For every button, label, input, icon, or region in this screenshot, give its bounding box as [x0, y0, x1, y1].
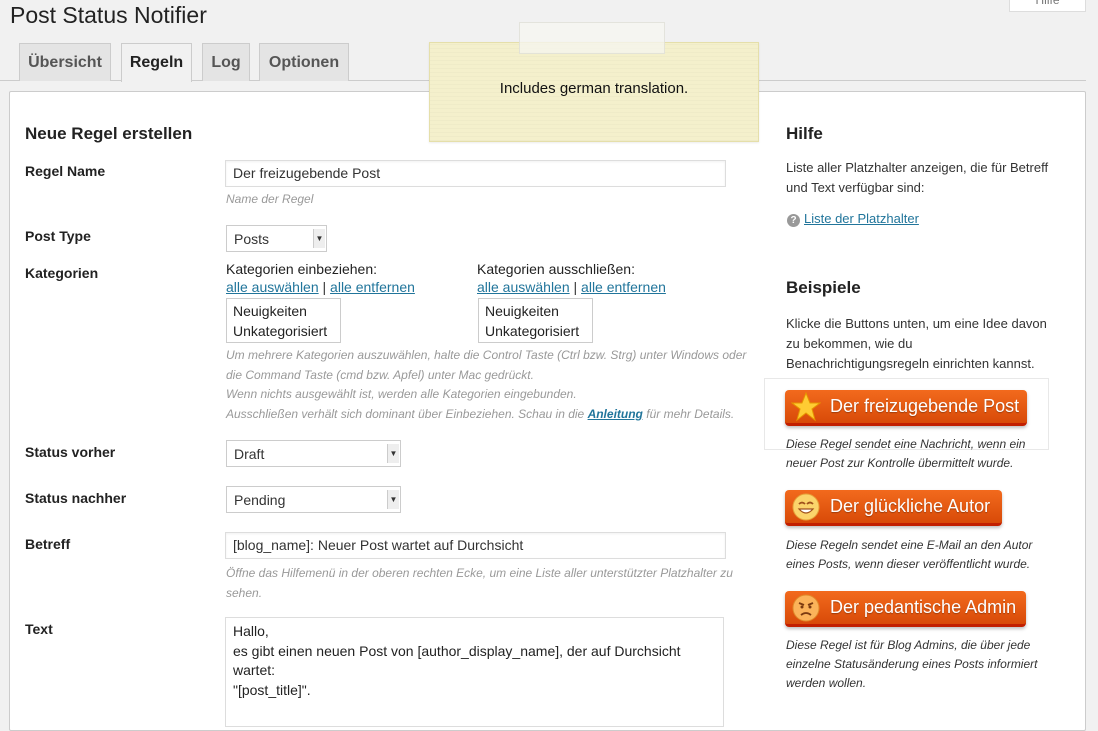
- text-line: es gibt einen neuen Post von [author_dis…: [233, 642, 681, 659]
- link-separator: |: [573, 279, 578, 295]
- status-after-label: Status nachher: [25, 490, 127, 506]
- star-icon: [791, 392, 821, 422]
- include-categories-listbox[interactable]: Neuigkeiten Unkategorisiert: [226, 298, 341, 343]
- examples-desc-line: Benachrichtigungsregeln einrichten kanns…: [786, 356, 1035, 371]
- examples-heading: Beispiele: [786, 278, 861, 297]
- example-button-pedantic-admin[interactable]: Der pedantische Admin: [785, 591, 1026, 627]
- subject-input[interactable]: [blog_name]: Neuer Post wartet auf Durch…: [225, 532, 726, 559]
- question-mark-icon: ?: [787, 214, 800, 227]
- example-button-pending-post[interactable]: Der freizugebende Post: [785, 390, 1027, 426]
- text-textarea[interactable]: Hallo, es gibt einen neuen Post von [aut…: [225, 617, 724, 727]
- post-type-label: Post Type: [25, 228, 91, 244]
- link-separator: |: [322, 279, 327, 295]
- status-before-value: Draft: [234, 446, 265, 462]
- examples-desc-line: Klicke die Buttons unten, um eine Idee d…: [786, 316, 1047, 331]
- subject-desc-line: Öffne das Hilfemenü in der oberen rechte…: [226, 566, 733, 580]
- list-item[interactable]: Neuigkeiten: [233, 301, 334, 321]
- example-description: Diese Regeln sendet eine E-Mail an den A…: [786, 536, 1032, 574]
- page-title: Post Status Notifier: [10, 2, 207, 28]
- categories-desc-line: Um mehrere Kategorien auszuwählen, halte…: [226, 348, 747, 362]
- list-item[interactable]: Unkategorisiert: [485, 321, 586, 341]
- rule-name-label: Regel Name: [25, 163, 106, 179]
- rule-name-description: Name der Regel: [226, 192, 314, 206]
- status-after-select[interactable]: Pending ▼: [226, 486, 401, 513]
- categories-desc-text: Ausschließen verhält sich dominant über …: [226, 406, 585, 421]
- tab-rules[interactable]: Regeln: [121, 43, 192, 82]
- example-button-label: Der pedantische Admin: [830, 597, 1017, 617]
- text-line: wartet:: [233, 662, 276, 678]
- subject-label: Betreff: [25, 536, 71, 552]
- manual-link[interactable]: Anleitung: [588, 407, 643, 421]
- examples-desc-line: zu bekommen, wie du: [786, 336, 913, 351]
- status-before-select[interactable]: Draft ▼: [226, 440, 401, 467]
- example-button-happy-author[interactable]: Der glückliche Autor: [785, 490, 1002, 526]
- example-desc-line: Diese Regel ist für Blog Admins, die übe…: [786, 638, 1031, 652]
- list-item[interactable]: Unkategorisiert: [233, 321, 334, 341]
- exclude-select-all-link[interactable]: alle auswählen: [477, 279, 570, 295]
- text-line: "[post_title]".: [233, 681, 311, 698]
- examples-description: Klicke die Buttons unten, um eine Idee d…: [786, 314, 1076, 374]
- categories-desc-line: die Command Taste (cmd bzw. Apfel) unter…: [226, 367, 534, 382]
- tab-overview[interactable]: Übersicht: [19, 43, 111, 81]
- example-description: Diese Regel ist für Blog Admins, die übe…: [786, 636, 1037, 693]
- example-desc-line: einzelne Statusänderung eines Posts info…: [786, 657, 1038, 671]
- list-item[interactable]: Neuigkeiten: [485, 301, 586, 321]
- note-text: Includes german translation.: [499, 80, 689, 97]
- example-desc-line: Diese Regeln sendet eine E-Mail an den A…: [786, 538, 1033, 552]
- tab-log[interactable]: Log: [202, 43, 250, 81]
- example-button-label: Der glückliche Autor: [830, 496, 991, 516]
- text-label: Text: [25, 621, 53, 637]
- placeholder-list-link-row: ? Liste der Platzhalter: [787, 211, 919, 227]
- exclude-category-links: alle auswählen | alle entfernen: [477, 279, 666, 295]
- subject-description: Öffne das Hilfemenü in der oberen rechte…: [226, 564, 776, 603]
- categories-desc-line: Ausschließen verhält sich dominant über …: [226, 405, 786, 425]
- sticky-note: Includes german translation.: [429, 42, 759, 142]
- example-desc-line: eines Posts, wenn dieser veröffentlicht …: [786, 557, 1031, 571]
- example-desc-line: werden wollen.: [786, 676, 867, 690]
- help-desc-line: und Text verfügbar sind:: [786, 180, 925, 195]
- text-line: Hallo,: [233, 623, 269, 639]
- categories-label: Kategorien: [25, 265, 99, 281]
- categories-desc-line: Wenn nichts ausgewählt ist, werden alle …: [226, 387, 577, 401]
- subject-desc-line: sehen.: [226, 585, 263, 600]
- help-tab-button[interactable]: Hilfe: [1009, 0, 1086, 12]
- tape-strip: [519, 22, 665, 54]
- categories-desc-text: für mehr Details.: [646, 406, 735, 421]
- chevron-down-icon: ▼: [313, 229, 325, 248]
- help-desc-line: Liste aller Platzhalter anzeigen, die fü…: [786, 160, 1049, 175]
- example-button-label: Der freizugebende Post: [830, 396, 1020, 416]
- help-heading: Hilfe: [786, 124, 823, 143]
- help-description: Liste aller Platzhalter anzeigen, die fü…: [786, 158, 1076, 198]
- rule-name-input[interactable]: Der freizugebende Post: [225, 160, 726, 187]
- include-remove-all-link[interactable]: alle entfernen: [330, 279, 415, 295]
- example-desc-line: Diese Regel sendet eine Nachricht, wenn …: [786, 437, 1026, 451]
- exclude-remove-all-link[interactable]: alle entfernen: [581, 279, 666, 295]
- grumpy-face-icon: [792, 594, 820, 622]
- example-desc-line: neuer Post zur Kontrolle übermittelt wur…: [786, 456, 1014, 470]
- status-before-label: Status vorher: [25, 444, 116, 460]
- tab-options[interactable]: Optionen: [259, 43, 349, 81]
- post-type-value: Posts: [234, 231, 270, 247]
- include-category-links: alle auswählen | alle entfernen: [226, 279, 415, 295]
- placeholder-list-link[interactable]: Liste der Platzhalter: [804, 211, 919, 226]
- happy-face-icon: [792, 493, 820, 521]
- include-select-all-link[interactable]: alle auswählen: [226, 279, 319, 295]
- example-description: Diese Regel sendet eine Nachricht, wenn …: [786, 435, 1025, 473]
- include-categories-label: Kategorien einbeziehen:: [226, 261, 378, 277]
- categories-description: Um mehrere Kategorien auszuwählen, halte…: [226, 346, 786, 424]
- exclude-categories-listbox[interactable]: Neuigkeiten Unkategorisiert: [478, 298, 593, 343]
- chevron-down-icon: ▼: [387, 490, 399, 509]
- post-type-select[interactable]: Posts ▼: [226, 225, 327, 252]
- form-heading: Neue Regel erstellen: [25, 124, 193, 143]
- chevron-down-icon: ▼: [387, 444, 399, 463]
- status-after-value: Pending: [234, 492, 286, 508]
- exclude-categories-label: Kategorien ausschließen:: [477, 261, 635, 277]
